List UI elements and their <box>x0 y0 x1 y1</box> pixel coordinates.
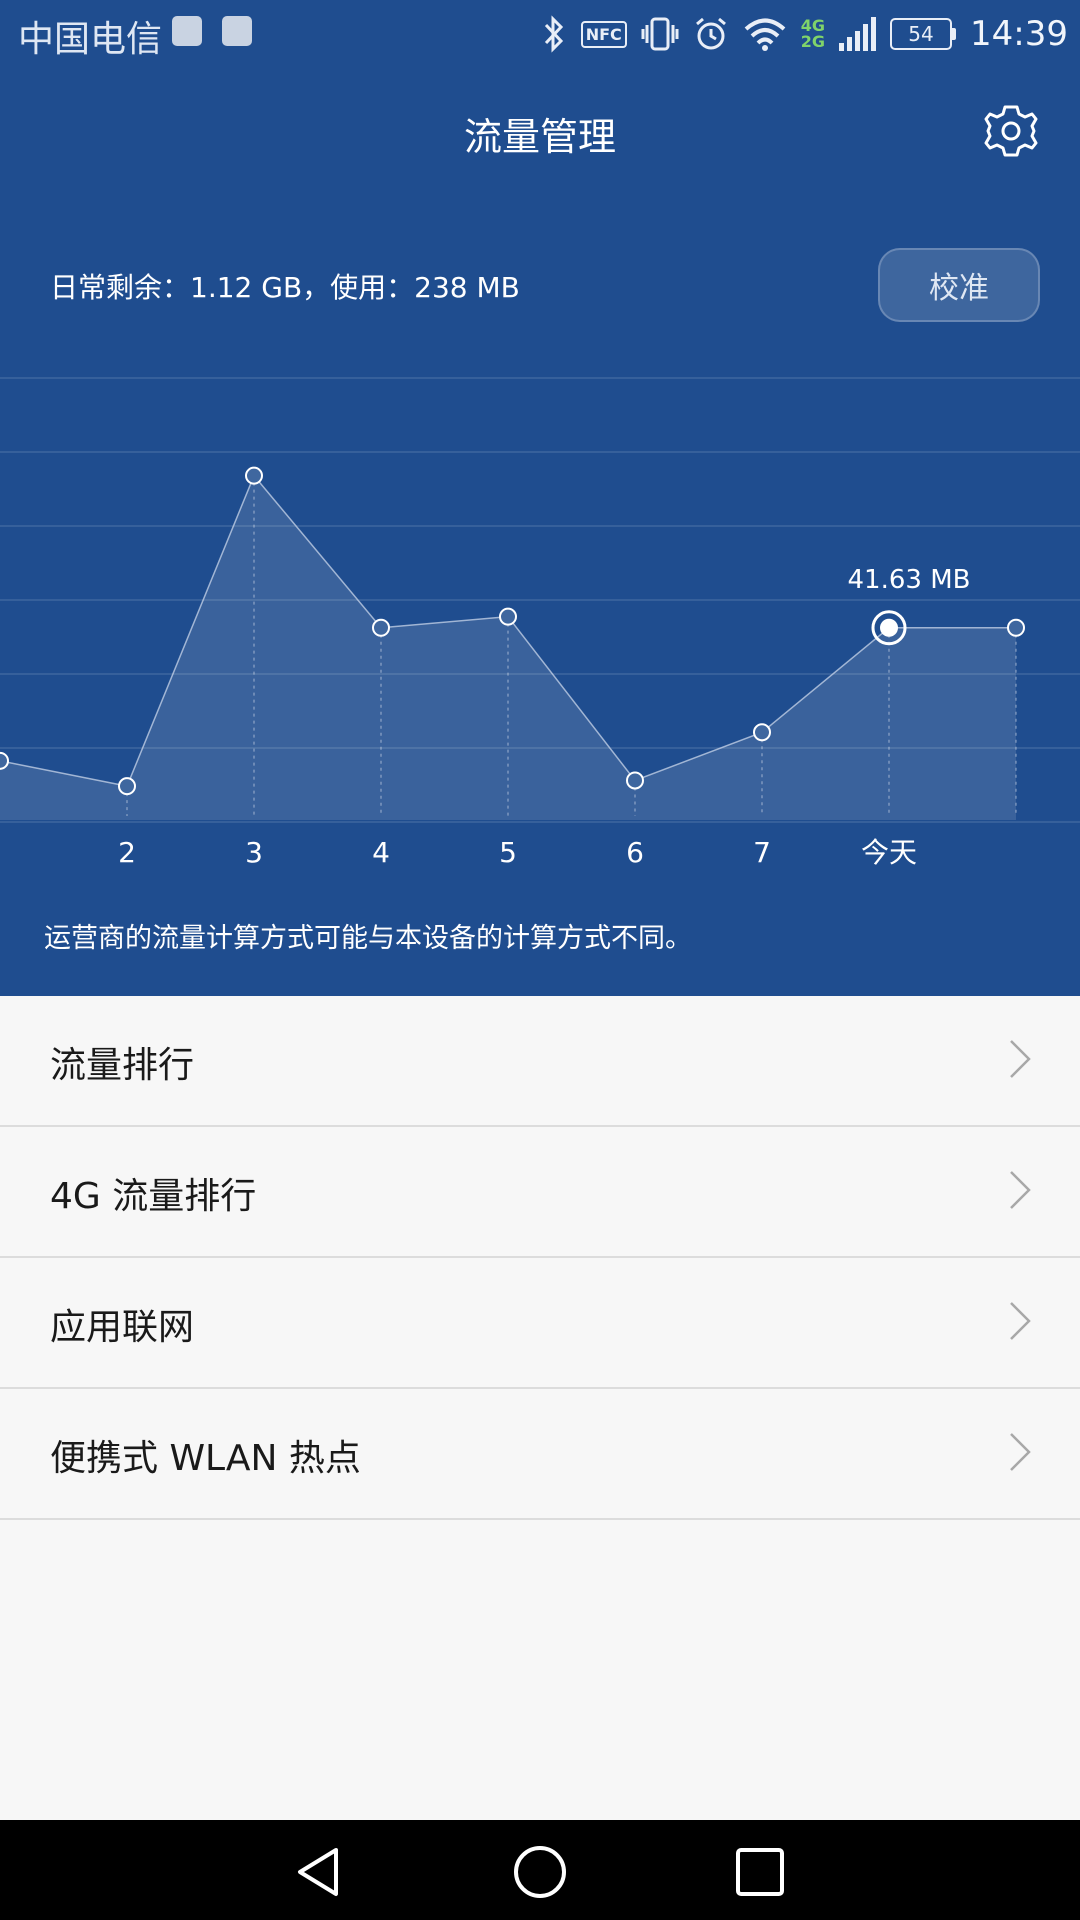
data-point <box>626 771 644 790</box>
gear-icon[interactable] <box>982 102 1040 160</box>
carrier-disclaimer: 运营商的流量计算方式可能与本设备的计算方式不同。 <box>44 923 692 954</box>
data-point <box>245 466 263 485</box>
status-time: 14:39 <box>970 14 1068 54</box>
carrier-name: 中国电信 <box>18 19 163 60</box>
chevron-right-icon <box>1010 1040 1031 1078</box>
data-point <box>1007 618 1025 637</box>
nfc-icon: NFC <box>580 20 627 48</box>
data-point <box>372 618 390 637</box>
signal-icon <box>839 17 877 51</box>
menu-item-wlan-hotspot[interactable]: 便携式 WLAN 热点 <box>0 1389 1080 1520</box>
status-icons: NFC 4G 2G 54 14:39 <box>541 8 1068 60</box>
x-tick-label: 4 <box>372 836 390 869</box>
x-tick-label: 2 <box>118 836 136 869</box>
x-tick-label: 5 <box>499 836 517 869</box>
x-tick-label: 今天 <box>861 836 917 869</box>
x-tick-label: 3 <box>245 836 263 869</box>
header-panel: 中国电信 NFC 4G 2G 54 14:39 流量管理 日常剩余：1.12 G… <box>0 0 1080 996</box>
back-icon[interactable] <box>290 1842 350 1902</box>
daily-usage-chart: 2 3 4 5 6 7 今天 41.63 MB <box>0 377 1080 869</box>
status-bar: 中国电信 NFC 4G 2G 54 14:39 <box>0 0 1080 68</box>
usage-summary: 日常剩余：1.12 GB，使用：238 MB <box>50 271 520 304</box>
page-title: 流量管理 <box>463 115 616 159</box>
menu-item-traffic-ranking[interactable]: 流量排行 <box>0 996 1080 1127</box>
home-icon[interactable] <box>510 1842 570 1902</box>
highlight-point-core <box>880 618 898 637</box>
menu-item-label: 便携式 WLAN 热点 <box>50 1438 361 1479</box>
alarm-icon <box>695 17 726 50</box>
emui-app-icon <box>222 16 252 46</box>
chevron-right-icon <box>1010 1302 1031 1340</box>
network-type: 4G 2G <box>800 16 826 51</box>
menu-item-label: 流量排行 <box>50 1045 195 1086</box>
battery-icon: 54 <box>890 18 957 50</box>
data-point <box>753 723 771 742</box>
vibrate-icon <box>641 17 679 51</box>
menu-item-label: 应用联网 <box>50 1307 195 1348</box>
wifi-icon <box>744 18 786 51</box>
data-point <box>118 777 136 796</box>
data-point <box>0 751 9 770</box>
chevron-right-icon <box>1010 1433 1031 1471</box>
navigation-bar <box>0 1820 1080 1920</box>
chart-x-labels: 2 3 4 5 6 7 今天 <box>118 836 917 869</box>
health-app-icon <box>172 16 202 46</box>
highlight-value-label: 41.63 MB <box>848 565 971 595</box>
recents-icon[interactable] <box>730 1842 790 1902</box>
menu-item-4g-traffic-ranking[interactable]: 4G 流量排行 <box>0 1127 1080 1258</box>
bluetooth-icon <box>544 15 563 53</box>
x-tick-label: 6 <box>626 836 644 869</box>
data-point <box>499 607 517 626</box>
title-bar: 流量管理 <box>0 90 1080 170</box>
calibrate-button[interactable]: 校准 <box>878 248 1040 322</box>
menu-item-app-networking[interactable]: 应用联网 <box>0 1258 1080 1389</box>
menu-item-label: 4G 流量排行 <box>50 1176 257 1217</box>
x-tick-label: 7 <box>753 836 771 869</box>
menu-list: 流量排行 4G 流量排行 应用联网 便携式 WLAN 热点 <box>0 996 1080 1520</box>
chevron-right-icon <box>1010 1171 1031 1209</box>
